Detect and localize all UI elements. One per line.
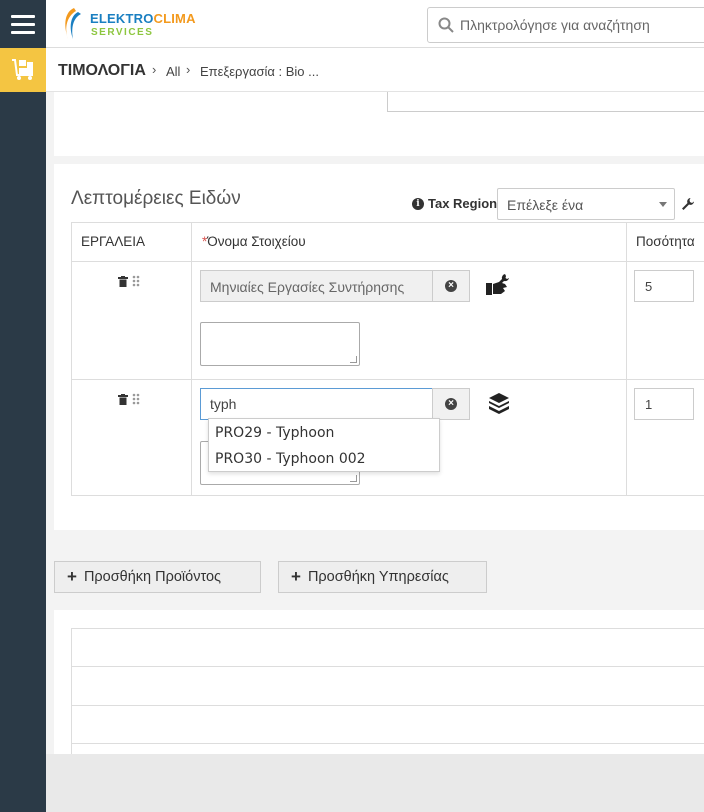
wrench-icon[interactable] xyxy=(681,197,695,211)
product-icon xyxy=(489,393,509,414)
items-section-heading: Λεπτομέρειες Ειδών xyxy=(71,188,241,209)
item-description-textarea[interactable] xyxy=(200,322,360,366)
item-name-input[interactable] xyxy=(201,389,432,419)
autocomplete-option[interactable]: PRO30 - Typhoon 002 xyxy=(215,451,366,467)
module-title[interactable]: ΤΙΜΟΛΟΓΙΑ xyxy=(58,62,146,80)
row-tools xyxy=(118,275,140,287)
column-header-quantity: Ποσότητα xyxy=(636,234,695,249)
clear-item-button[interactable]: × xyxy=(432,270,470,302)
left-rail xyxy=(0,0,46,812)
logo-mark-icon xyxy=(65,8,81,39)
breadcrumb-edit: Επεξεργασία : Bio ... xyxy=(200,64,319,79)
top-header: ELEKTROCLIMA SERVICES xyxy=(46,0,704,48)
trash-icon[interactable] xyxy=(118,393,128,405)
clear-icon: × xyxy=(445,280,457,292)
plus-icon: + xyxy=(67,567,77,586)
details-card-tail xyxy=(54,92,704,156)
plus-icon: + xyxy=(291,567,301,586)
clear-icon: × xyxy=(445,398,457,410)
clear-item-button[interactable]: × xyxy=(432,388,470,420)
brand-subname: SERVICES xyxy=(91,27,154,38)
autocomplete-dropdown: PRO29 - Typhoon PRO30 - Typhoon 002 xyxy=(208,418,440,472)
quantity-input[interactable]: 5 xyxy=(634,270,694,302)
column-header-item-name: *Όνομα Στοιχείου xyxy=(202,234,306,249)
add-service-button[interactable]: + Προσθήκη Υπηρεσίας xyxy=(278,561,487,593)
breadcrumb-all[interactable]: All xyxy=(166,64,180,79)
service-icon xyxy=(486,274,509,295)
main-content: Λεπτομέρειες Ειδών i Tax Region Επέλεξε … xyxy=(46,92,704,754)
invoice-module-icon[interactable] xyxy=(0,48,46,92)
quantity-input[interactable]: 1 xyxy=(634,388,694,420)
caret-down-icon xyxy=(659,202,667,207)
chevron-right-icon: › xyxy=(152,62,157,77)
items-section: Λεπτομέρειες Ειδών i Tax Region Επέλεξε … xyxy=(54,164,704,530)
page-footer xyxy=(46,754,704,812)
hamburger-menu-icon[interactable] xyxy=(0,0,46,48)
partial-field[interactable] xyxy=(387,92,704,112)
row-tools xyxy=(118,393,140,405)
info-icon: i xyxy=(412,197,424,210)
item-name-field[interactable]: Μηνιαίες Εργασίες Συντήρησης xyxy=(200,270,433,302)
drag-handle-icon[interactable] xyxy=(132,393,140,405)
tax-region-label: i Tax Region xyxy=(412,196,497,211)
tax-region-select[interactable]: Επέλεξε ένα xyxy=(497,188,675,220)
search-input[interactable] xyxy=(460,8,704,42)
breadcrumb: ΤΙΜΟΛΟΓΙΑ › All › Επεξεργασία : Bio ... xyxy=(46,48,704,92)
chevron-right-icon: › xyxy=(186,62,191,77)
totals-table xyxy=(71,628,704,754)
drag-handle-icon[interactable] xyxy=(132,275,140,287)
search-icon xyxy=(438,17,454,33)
column-header-tools: ΕΡΓΑΛΕΙΑ xyxy=(81,234,145,249)
item-name-search-field[interactable] xyxy=(200,388,433,420)
brand-name: ELEKTROCLIMA xyxy=(90,11,196,26)
autocomplete-option[interactable]: PRO29 - Typhoon xyxy=(215,425,334,441)
add-product-button[interactable]: + Προσθήκη Προϊόντος xyxy=(54,561,261,593)
brand-logo[interactable]: ELEKTROCLIMA SERVICES xyxy=(60,6,220,44)
trash-icon[interactable] xyxy=(118,275,128,287)
global-search[interactable] xyxy=(427,7,704,43)
totals-card xyxy=(54,610,704,754)
